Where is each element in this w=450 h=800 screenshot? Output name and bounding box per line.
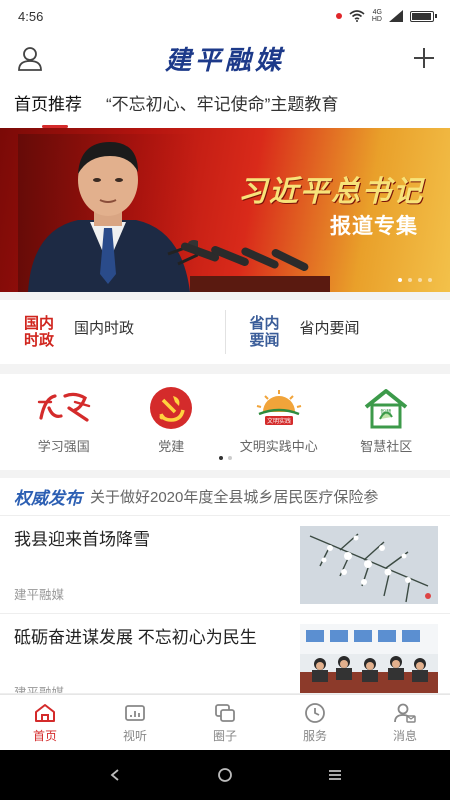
civilization-icon-text: 文明实践 [267, 417, 291, 425]
news-category-row: 国内 时政 国内时政 省内 要闻 省内要闻 [0, 300, 450, 364]
user-icon [18, 47, 42, 71]
app-title: 建平融媒 [164, 45, 285, 75]
nav-label: 消息 [392, 728, 417, 743]
menu-system-button[interactable] [320, 760, 350, 790]
channel-tabs: 首页推荐 “不忘初心、牢记使命”主题教育 [0, 84, 450, 128]
news-list-item[interactable]: 砥砺奋进谋发展 不忘初心为民生 建平融媒 [0, 614, 450, 694]
service-page-indicator [0, 456, 450, 460]
tab-theme-education[interactable]: “不忘初心、牢记使命”主题教育 [106, 84, 338, 128]
badge-line: 国内 [24, 315, 55, 332]
home-icon [34, 702, 56, 724]
nav-label: 视听 [122, 728, 147, 743]
network-sub: HD [371, 16, 382, 23]
page-dot [218, 456, 223, 460]
back-icon [110, 769, 119, 781]
wifi-icon [349, 10, 365, 22]
network-type: 4G [372, 9, 382, 16]
clock-icon [304, 702, 326, 724]
news-source: 建平融媒 [14, 588, 65, 602]
bottom-tab-bar: 首页 视听 圈子 服务 消息 [0, 694, 450, 750]
status-bar: 4:56 4G HD [0, 0, 450, 32]
back-button[interactable] [100, 760, 130, 790]
carousel-dot[interactable] [428, 278, 432, 282]
app-screen: 4:56 4G HD 建平融媒 首页推荐 “不忘初心、牢记使命”主题教育 习近平… [0, 0, 450, 800]
tab-home-recommend[interactable]: 首页推荐 [14, 84, 82, 128]
category-label: 省内要闻 [299, 319, 360, 337]
badge-line: 时政 [24, 332, 55, 349]
badge-line: 省内 [249, 315, 280, 332]
section-divider [0, 470, 450, 478]
announcement-ticker[interactable]: 权威发布 关于做好2020年度全县城乡居民医疗保险参 [0, 478, 450, 516]
ticker-label: 权威发布 [14, 489, 82, 509]
signal-icon [389, 10, 403, 22]
carousel-indicator [398, 278, 432, 282]
badge-line: 要闻 [249, 332, 280, 349]
news-thumbnail-snowy-pine [300, 526, 438, 604]
service-label: 文明实践中心 [239, 439, 318, 454]
circle-icon [214, 702, 236, 724]
news-title: 砥砺奋进谋发展 不忘初心为民生 [14, 628, 257, 647]
system-navigation-bar [0, 750, 450, 800]
add-button[interactable] [410, 44, 438, 72]
news-title: 我县迎来首场降雪 [14, 530, 150, 549]
network-indicator: 4G HD [372, 9, 382, 23]
xuexi-logo-icon [34, 386, 94, 430]
nav-label: 首页 [32, 728, 57, 743]
section-divider [0, 364, 450, 374]
banner-carousel[interactable]: 习近平总书记 报道专集 [0, 128, 450, 292]
nav-label: 服务 [302, 728, 327, 743]
carousel-dot[interactable] [408, 278, 412, 282]
nav-message[interactable]: 消息 [370, 702, 440, 744]
status-indicators: 4G HD [335, 9, 437, 23]
message-user-icon [394, 702, 416, 724]
home-system-button[interactable] [210, 760, 240, 790]
carousel-dot[interactable] [418, 278, 422, 282]
news-list-item[interactable]: 我县迎来首场降雪 建平融媒 [0, 516, 450, 614]
ticker-text: 关于做好2020年度全县城乡居民医疗保险参 [90, 489, 379, 506]
app-header: 建平融媒 [0, 32, 450, 84]
nav-service[interactable]: 服务 [280, 702, 350, 744]
category-provincial-news[interactable]: 省内 要闻 省内要闻 [226, 300, 450, 364]
news-thumbnail-meeting [300, 624, 438, 693]
party-emblem-icon [141, 386, 201, 430]
banner-title: 习近平总书记 [237, 174, 424, 208]
notification-dot-icon [335, 13, 342, 19]
category-domestic-politics[interactable]: 国内 时政 国内时政 [0, 300, 225, 364]
banner-subtitle: 报道专集 [330, 215, 418, 238]
service-label: 学习强国 [37, 439, 90, 454]
section-divider [0, 292, 450, 300]
category-label: 国内时政 [74, 319, 135, 337]
category-badge-provincial: 省内 要闻 [250, 315, 286, 349]
nav-home[interactable]: 首页 [10, 702, 80, 744]
service-label: 党建 [158, 439, 185, 454]
nav-video[interactable]: 视听 [100, 702, 170, 744]
battery-icon [410, 10, 437, 22]
plus-icon [414, 48, 434, 68]
community-icon-text: 智慧 [381, 408, 393, 416]
service-label: 智慧社区 [360, 439, 413, 454]
user-profile-button[interactable] [16, 44, 44, 72]
smart-community-house-icon: 智慧 [356, 386, 416, 430]
video-icon [124, 702, 146, 724]
nav-label: 圈子 [212, 728, 237, 743]
status-time: 4:56 [18, 8, 44, 24]
news-source: 建平融媒 [14, 686, 65, 694]
category-badge-domestic: 国内 时政 [24, 315, 60, 349]
microphones-image [180, 242, 330, 292]
nav-circle[interactable]: 圈子 [190, 702, 260, 744]
page-dot [227, 456, 232, 460]
circle-home-icon [218, 768, 232, 782]
menu-lines-icon [329, 770, 341, 780]
civilization-sun-icon: 文明实践 [249, 386, 309, 430]
carousel-dot[interactable] [398, 278, 402, 282]
